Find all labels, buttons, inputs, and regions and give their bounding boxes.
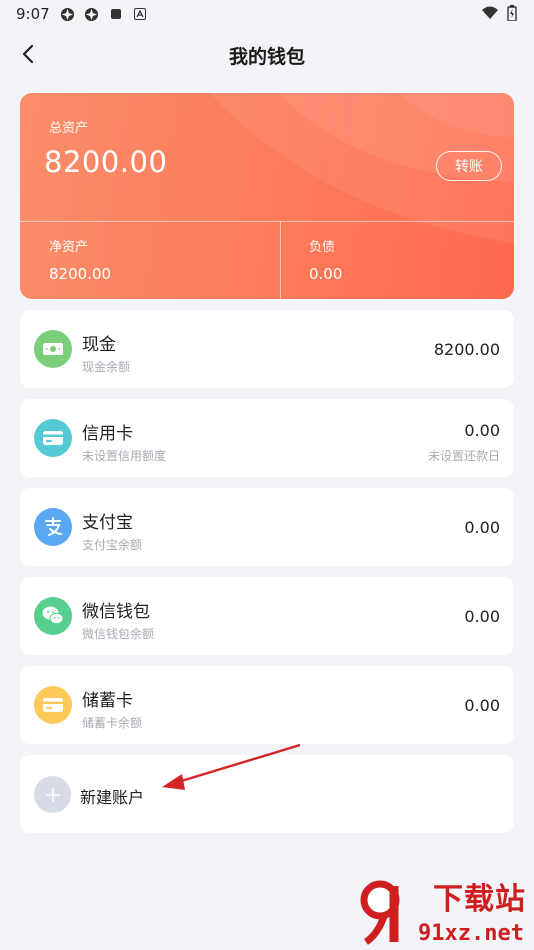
status-notification-icons bbox=[60, 6, 148, 22]
transfer-button[interactable]: 转账 bbox=[436, 151, 502, 181]
status-bar: 9:07 bbox=[0, 0, 534, 28]
account-subtitle: 储蓄卡余额 bbox=[82, 716, 143, 730]
new-account-label: 新建账户 bbox=[80, 788, 145, 807]
alipay-icon bbox=[34, 508, 72, 546]
debt-label: 负债 bbox=[309, 240, 336, 255]
net-assets-value: 8200.00 bbox=[49, 265, 112, 283]
square-icon bbox=[108, 6, 124, 22]
account-subtitle: 支付宝余额 bbox=[82, 538, 143, 552]
debit-card-icon bbox=[34, 686, 72, 724]
account-amount: 0.00 bbox=[464, 518, 500, 537]
account-name: 微信钱包 bbox=[82, 602, 150, 622]
credit-card-icon bbox=[34, 419, 72, 457]
wechat-icon bbox=[34, 597, 72, 635]
watermark: 下载站 91xz.net bbox=[360, 868, 530, 948]
total-assets-value: 8200.00 bbox=[44, 145, 168, 179]
battery-icon bbox=[504, 5, 520, 21]
asset-summary-card: 总资产 8200.00 转账 净资产 8200.00 负债 0.00 bbox=[20, 93, 514, 299]
debt-value: 0.00 bbox=[309, 265, 343, 283]
net-assets-label: 净资产 bbox=[49, 240, 89, 255]
keyboard-a-icon bbox=[132, 6, 148, 22]
repayment-date: 未设置还款日 bbox=[427, 449, 500, 463]
account-item-debit-card[interactable]: 储蓄卡 储蓄卡余额 0.00 bbox=[20, 666, 514, 744]
status-time: 9:07 bbox=[16, 5, 50, 23]
account-name: 支付宝 bbox=[82, 513, 133, 533]
divider bbox=[280, 222, 281, 299]
divider bbox=[20, 221, 514, 222]
account-amount: 0.00 bbox=[464, 421, 500, 440]
account-name: 储蓄卡 bbox=[82, 691, 133, 711]
account-name: 现金 bbox=[82, 335, 116, 355]
account-amount: 8200.00 bbox=[433, 340, 500, 359]
account-amount: 0.00 bbox=[464, 696, 500, 715]
account-name: 信用卡 bbox=[82, 424, 133, 444]
account-item-alipay[interactable]: 支付宝 支付宝余额 0.00 bbox=[20, 488, 514, 566]
cash-icon bbox=[34, 330, 72, 368]
watermark-text: 下载站 bbox=[433, 882, 526, 917]
account-subtitle: 微信钱包余额 bbox=[82, 627, 155, 641]
nav-bar: 我的钱包 bbox=[0, 34, 534, 74]
plus-icon bbox=[34, 776, 71, 813]
account-item-cash[interactable]: 现金 现金余额 8200.00 bbox=[20, 310, 514, 388]
status-system-icons bbox=[482, 5, 520, 21]
wifi-icon bbox=[482, 5, 498, 21]
account-item-wechat[interactable]: 微信钱包 微信钱包余额 0.00 bbox=[20, 577, 514, 655]
account-amount: 0.00 bbox=[464, 607, 500, 626]
account-subtitle: 现金余额 bbox=[82, 360, 131, 374]
account-subtitle: 未设置信用额度 bbox=[82, 449, 167, 463]
total-assets-label: 总资产 bbox=[49, 121, 89, 136]
new-account-button[interactable]: 新建账户 bbox=[20, 755, 514, 833]
watermark-url: 91xz.net bbox=[418, 921, 524, 946]
aperture-icon bbox=[60, 6, 76, 22]
account-item-credit-card[interactable]: 信用卡 未设置信用额度 0.00 未设置还款日 bbox=[20, 399, 514, 477]
aperture-icon bbox=[84, 6, 100, 22]
watermark-logo bbox=[360, 880, 400, 945]
page-title: 我的钱包 bbox=[228, 46, 305, 68]
